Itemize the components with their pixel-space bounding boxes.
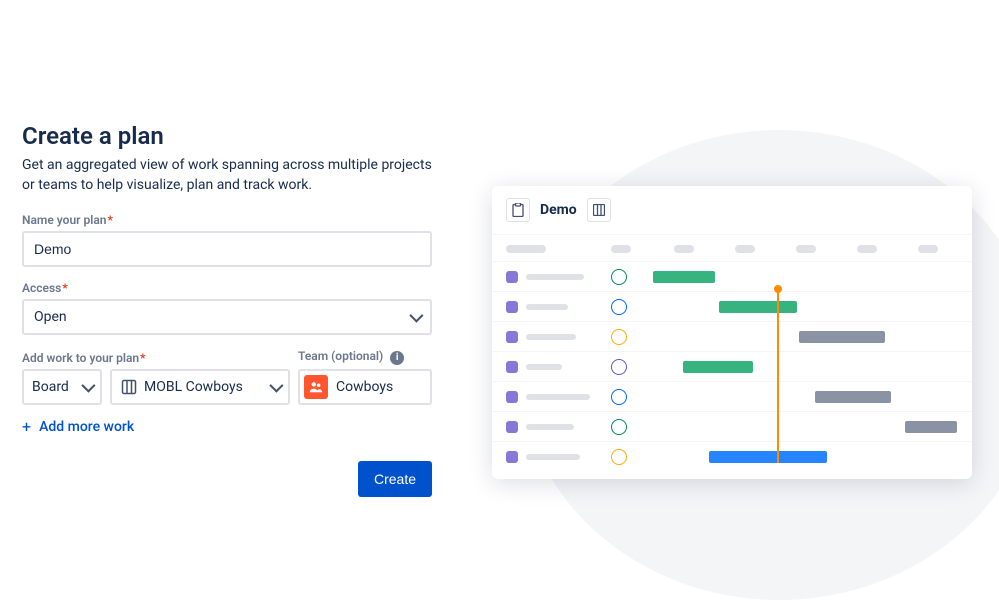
task-cell (506, 331, 611, 343)
timeline-cell (653, 360, 958, 374)
today-marker-dot (774, 285, 782, 293)
gantt-bar (799, 331, 885, 343)
chevron-down-icon (81, 378, 95, 392)
epic-icon (506, 361, 518, 373)
source-type-select[interactable]: Board (22, 369, 102, 405)
assignee-cell (611, 299, 653, 315)
access-value: Open (34, 309, 67, 325)
timeline-cell (653, 330, 958, 344)
gantt-row (492, 261, 972, 291)
access-select[interactable]: Open (22, 299, 432, 335)
gantt-row (492, 351, 972, 381)
task-placeholder (526, 304, 568, 310)
avatar (611, 299, 627, 315)
task-cell (506, 301, 611, 313)
gantt-bar (653, 271, 715, 283)
team-value: Cowboys (336, 379, 393, 395)
timeline-cell (653, 450, 958, 464)
page-title: Create a plan (22, 122, 432, 150)
source-board-value: MOBL Cowboys (144, 379, 243, 395)
task-cell (506, 421, 611, 433)
avatar (611, 269, 627, 285)
epic-icon (506, 301, 518, 313)
gantt-row (492, 321, 972, 351)
gantt-bar (905, 421, 957, 433)
task-placeholder (526, 394, 590, 400)
info-icon[interactable]: i (390, 351, 404, 365)
gantt-row (492, 441, 972, 471)
team-select[interactable]: Cowboys (298, 369, 432, 405)
timeline-cell (653, 300, 958, 314)
gantt-bar (815, 391, 891, 403)
epic-icon (506, 391, 518, 403)
gantt-row (492, 291, 972, 321)
create-plan-form: Create a plan Get an aggregated view of … (22, 122, 432, 497)
assignee-cell (611, 389, 653, 405)
task-cell (506, 391, 611, 403)
create-button[interactable]: Create (358, 461, 432, 497)
board-icon (120, 378, 138, 396)
gantt-header (492, 235, 972, 261)
task-placeholder (526, 454, 580, 460)
epic-icon (506, 451, 518, 463)
epic-icon (506, 421, 518, 433)
timeline-cell (653, 270, 958, 284)
avatar (611, 329, 627, 345)
assignee-cell (611, 449, 653, 465)
plan-preview-card: Demo (492, 186, 972, 479)
plan-name-input[interactable] (22, 231, 432, 267)
chevron-down-icon (409, 309, 423, 323)
gantt-bar (719, 301, 797, 313)
task-placeholder (526, 364, 562, 370)
assignee-cell (611, 269, 653, 285)
columns-icon[interactable] (587, 198, 611, 222)
plus-icon: + (22, 419, 31, 435)
add-more-label: Add more work (39, 419, 134, 435)
add-work-label: Add work to your plan* (22, 351, 102, 365)
people-icon (304, 375, 328, 399)
source-type-value: Board (32, 379, 69, 395)
avatar (611, 389, 627, 405)
today-marker-line (777, 289, 779, 463)
clipboard-icon[interactable] (506, 198, 530, 222)
add-more-work-link[interactable]: + Add more work (22, 419, 432, 435)
avatar (611, 419, 627, 435)
assignee-cell (611, 419, 653, 435)
source-board-select[interactable]: MOBL Cowboys (110, 369, 290, 405)
preview-header: Demo (492, 186, 972, 235)
epic-icon (506, 331, 518, 343)
gantt-chart (492, 235, 972, 471)
timeline-cell (653, 390, 958, 404)
avatar (611, 359, 627, 375)
gantt-bar (709, 451, 827, 463)
task-cell (506, 271, 611, 283)
assignee-cell (611, 359, 653, 375)
task-placeholder (526, 424, 574, 430)
task-cell (506, 451, 611, 463)
page-subtitle: Get an aggregated view of work spanning … (22, 156, 432, 195)
task-placeholder (526, 274, 584, 280)
gantt-row (492, 411, 972, 441)
task-placeholder (526, 334, 576, 340)
assignee-cell (611, 329, 653, 345)
avatar (611, 449, 627, 465)
epic-icon (506, 271, 518, 283)
gantt-row (492, 381, 972, 411)
task-cell (506, 361, 611, 373)
gantt-bar (683, 361, 753, 373)
preview-title: Demo (540, 202, 577, 218)
team-label: Team (optional) i (298, 349, 432, 365)
chevron-down-icon (269, 378, 283, 392)
name-label: Name your plan* (22, 213, 432, 227)
timeline-cell (653, 420, 958, 434)
access-label: Access* (22, 281, 432, 295)
